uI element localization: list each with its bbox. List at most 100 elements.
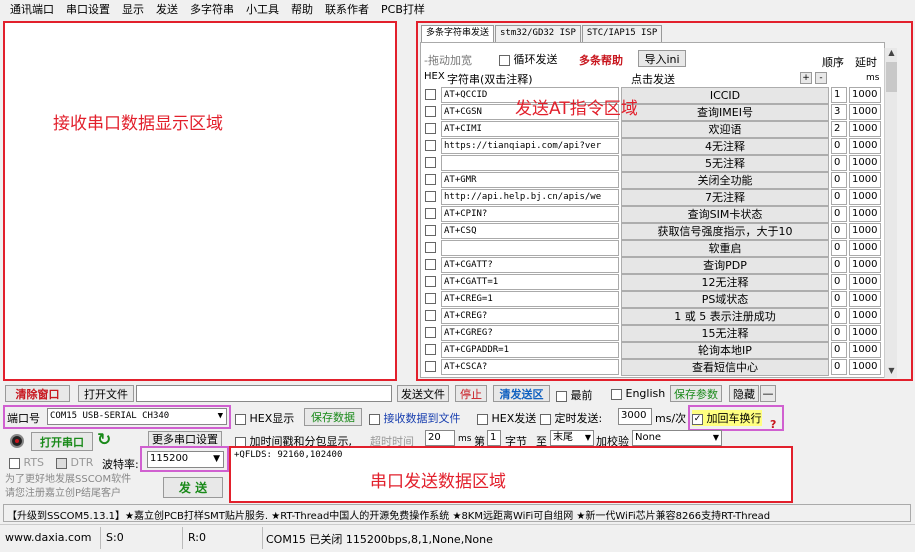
hex-checkbox[interactable] [425,327,436,338]
status-website[interactable]: www.daxia.com [5,531,92,544]
menu-help[interactable]: 帮助 [285,0,319,20]
delay-input[interactable]: 1000 [849,342,881,358]
port-select[interactable]: COM15 USB-SERIAL CH340 ▼ [47,408,227,425]
topmost-checkbox[interactable] [556,390,567,402]
delay-input[interactable]: 1000 [849,138,881,154]
command-input[interactable]: http://api.help.bj.cn/apis/we [441,189,619,205]
delay-input[interactable]: 1000 [849,308,881,324]
send-command-button[interactable]: 15无注释 [621,325,829,342]
hex-send-checkbox[interactable] [477,413,488,425]
hex-checkbox[interactable] [425,123,436,134]
command-input[interactable]: https://tianqiapi.com/api?ver [441,138,619,154]
add-row-button[interactable]: + [800,72,812,84]
clear-window-button[interactable]: 清除窗口 [5,385,70,402]
send-command-button[interactable]: 软重启 [621,240,829,257]
delay-input[interactable]: 1000 [849,359,881,375]
order-input[interactable]: 0 [831,257,847,273]
send-command-button[interactable]: 查询PDP [621,257,829,274]
more-serial-settings-button[interactable]: 更多串口设置 [148,431,222,447]
hex-checkbox[interactable] [425,208,436,219]
send-command-button[interactable]: 欢迎语 [621,121,829,138]
command-input[interactable]: AT+CSQ [441,223,619,239]
order-input[interactable]: 0 [831,359,847,375]
command-input[interactable]: AT+GMR [441,172,619,188]
hex-display-option[interactable]: HEX显示 [235,410,294,426]
hex-checkbox[interactable] [425,310,436,321]
order-input[interactable]: 0 [831,189,847,205]
byte-no-input[interactable]: 1 [487,430,501,446]
loop-send-checkbox[interactable] [499,54,510,66]
english-checkbox[interactable] [611,388,622,400]
delay-input[interactable]: 1000 [849,223,881,239]
crlf-checkbox[interactable]: ✓ [692,413,703,425]
recv-to-file-checkbox[interactable] [369,413,380,425]
command-input[interactable]: AT+CIMI [441,121,619,137]
send-command-button[interactable]: 查看短信中心 [621,359,829,376]
command-input[interactable]: AT+CPIN? [441,206,619,222]
command-input[interactable]: AT+CGATT? [441,257,619,273]
clear-send-button[interactable]: 清发送区 [493,385,550,402]
menu-display[interactable]: 显示 [116,0,150,20]
menu-tools[interactable]: 小工具 [240,0,285,20]
command-input[interactable]: AT+CREG? [441,308,619,324]
end-select[interactable]: 末尾 ▼ [550,430,594,446]
command-input[interactable]: AT+CGATT=1 [441,274,619,290]
delay-input[interactable]: 1000 [849,155,881,171]
rts-option[interactable]: RTS [9,456,44,469]
tab-multi-string[interactable]: 多条字符串发送 [421,25,495,42]
delay-input[interactable]: 1000 [849,291,881,307]
send-command-button[interactable]: 查询SIM卡状态 [621,206,829,223]
hex-checkbox[interactable] [425,293,436,304]
baud-select[interactable]: 115200 ▼ [147,451,224,468]
order-input[interactable]: 0 [831,325,847,341]
order-input[interactable]: 0 [831,342,847,358]
tab-stc-isp[interactable]: STC/IAP15 ISP [581,25,663,42]
topmost-option[interactable]: 最前 [556,387,593,403]
delay-input[interactable]: 1000 [849,325,881,341]
crlf-option[interactable]: ✓ 加回车换行 [692,410,762,426]
order-input[interactable]: 0 [831,274,847,290]
send-button[interactable]: 发 送 [163,477,223,498]
menu-send[interactable]: 发送 [150,0,184,20]
command-input[interactable]: AT+CSCA? [441,359,619,375]
delay-input[interactable]: 1000 [849,189,881,205]
order-input[interactable]: 0 [831,138,847,154]
hex-checkbox[interactable] [425,174,436,185]
order-input[interactable]: 0 [831,206,847,222]
menu-port[interactable]: 通讯端口 [4,0,60,20]
send-command-button[interactable]: 关闭全功能 [621,172,829,189]
order-input[interactable]: 0 [831,223,847,239]
send-command-button[interactable]: 7无注释 [621,189,829,206]
delay-input[interactable]: 1000 [849,240,881,256]
timeout-input[interactable]: 20 [425,430,455,446]
order-input[interactable]: 1 [831,87,847,103]
hex-checkbox[interactable] [425,344,436,355]
hex-send-option[interactable]: HEX发送 [477,410,536,426]
command-input[interactable]: AT+CREG=1 [441,291,619,307]
order-input[interactable]: 3 [831,104,847,120]
command-input[interactable] [441,155,619,171]
command-input[interactable] [441,240,619,256]
order-input[interactable]: 0 [831,291,847,307]
delay-input[interactable]: 1000 [849,87,881,103]
save-params-button[interactable]: 保存参数 [670,385,722,402]
send-command-button[interactable]: 获取信号强度指示，大于10 [621,223,829,240]
command-input[interactable]: AT+CGREG? [441,325,619,341]
stop-button[interactable]: 停止 [455,385,487,402]
checksum-select[interactable]: None ▼ [632,430,722,446]
delay-input[interactable]: 1000 [849,206,881,222]
order-input[interactable]: 2 [831,121,847,137]
open-port-button[interactable]: 打开串口 [31,432,93,451]
order-input[interactable]: 0 [831,308,847,324]
remove-row-button[interactable]: - [815,72,827,84]
order-input[interactable]: 0 [831,172,847,188]
hex-checkbox[interactable] [425,106,436,117]
crlf-help-icon[interactable]: ? [770,418,776,431]
menu-multistring[interactable]: 多字符串 [184,0,240,20]
menu-pcb[interactable]: PCB打样 [375,0,431,20]
send-command-button[interactable]: 1 或 5 表示注册成功 [621,308,829,325]
hex-checkbox[interactable] [425,276,436,287]
english-option[interactable]: English [611,387,665,400]
multi-help-link[interactable]: 多条帮助 [579,52,623,68]
hex-checkbox[interactable] [425,242,436,253]
